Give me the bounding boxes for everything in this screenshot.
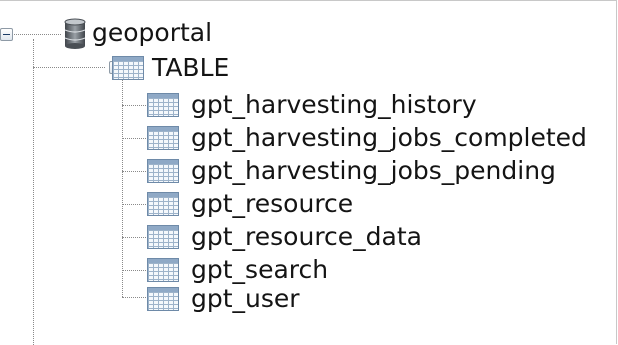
tree-node-label: gpt_harvesting_history	[191, 90, 477, 119]
tree-node-label: gpt_resource_data	[191, 222, 422, 251]
table-icon	[147, 192, 179, 216]
tree-node-label: gpt_harvesting_jobs_completed	[191, 123, 587, 152]
tree-node-label: gpt_search	[191, 255, 329, 284]
tree-node-label: geoportal	[92, 18, 213, 47]
tree-connector-child	[122, 138, 146, 139]
tree-connector-child	[122, 171, 146, 172]
table-icon	[147, 258, 179, 282]
database-icon	[64, 18, 86, 49]
tree-connector-child	[122, 237, 146, 238]
tree-connector-child	[122, 270, 146, 271]
tree-connector-child	[122, 204, 146, 205]
tree-node-label: gpt_user	[191, 284, 300, 313]
table-icon	[147, 225, 179, 249]
table-icon	[147, 93, 179, 117]
tree-connector-root	[33, 39, 34, 345]
tree-connector-child	[122, 105, 146, 106]
tree-connector-table-node	[33, 67, 105, 68]
table-icon	[147, 126, 179, 150]
tree-node-label: gpt_harvesting_jobs_pending	[191, 156, 556, 185]
tree-node-label: TABLE	[152, 53, 230, 82]
tree-connector-child	[122, 297, 146, 298]
tree-node-label: gpt_resource	[191, 189, 354, 218]
tree-connector-root-toggle	[9, 34, 61, 35]
table-icon	[147, 159, 179, 183]
table-folder-icon	[112, 56, 144, 80]
table-icon	[147, 287, 179, 311]
collapse-toggle-icon[interactable]	[0, 28, 13, 41]
object-tree-panel: geoportal TABLE gpt_harvesting_history g…	[0, 0, 617, 345]
